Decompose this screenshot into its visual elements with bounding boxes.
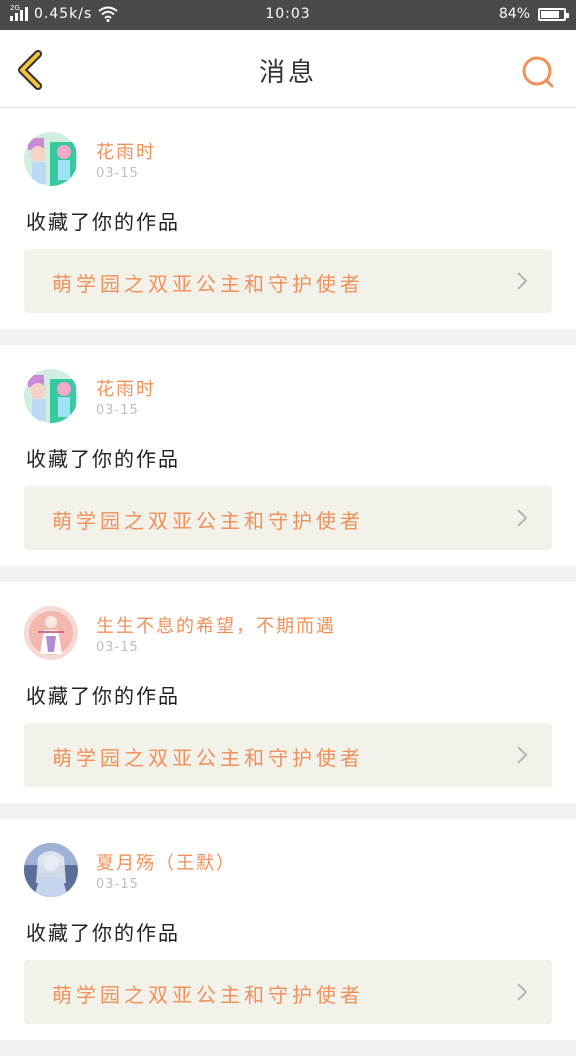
- avatar[interactable]: [24, 132, 78, 186]
- message-card: 生生不息的希望，不期而遇 03-15 收藏了你的作品 萌学园之双亚公主和守护使者: [0, 582, 576, 803]
- message-card: 花雨时 03-15 收藏了你的作品 萌学园之双亚公主和守护使者: [0, 108, 576, 329]
- chevron-left-icon: [18, 50, 42, 90]
- message-card: 夏月殇（王默） 03-15 收藏了你的作品 萌学园之双亚公主和守护使者: [0, 819, 576, 1040]
- battery-percent: 84%: [498, 6, 530, 22]
- nav-bar: 消息: [0, 30, 576, 108]
- avatar[interactable]: [24, 843, 78, 897]
- user-name[interactable]: 生生不息的希望，不期而遇: [96, 612, 336, 638]
- user-name[interactable]: 花雨时: [96, 138, 156, 164]
- avatar[interactable]: [24, 369, 78, 423]
- back-button[interactable]: [14, 50, 48, 90]
- work-title: 萌学园之双亚公主和守护使者: [52, 746, 364, 770]
- page-title: 消息: [258, 58, 317, 88]
- status-right: 84%: [498, 6, 569, 22]
- user-name[interactable]: 花雨时: [96, 375, 156, 401]
- message-date: 03-15: [96, 166, 139, 181]
- search-icon: [522, 56, 554, 88]
- message-action: 收藏了你的作品: [26, 210, 180, 234]
- work-title: 萌学园之双亚公主和守护使者: [52, 509, 364, 533]
- chevron-right-icon: [517, 983, 528, 1001]
- status-time: 10:03: [265, 6, 311, 22]
- chevron-right-icon: [517, 272, 528, 290]
- work-title: 萌学园之双亚公主和守护使者: [52, 272, 364, 296]
- message-card: 花雨时 03-15 收藏了你的作品 萌学园之双亚公主和守护使者: [0, 345, 576, 566]
- work-link[interactable]: 萌学园之双亚公主和守护使者: [24, 249, 552, 313]
- avatar[interactable]: [24, 606, 78, 660]
- message-action: 收藏了你的作品: [26, 921, 180, 945]
- status-bar: 2G 0.45k/s 10:03 84%: [0, 0, 576, 30]
- message-action: 收藏了你的作品: [26, 447, 180, 471]
- search-button[interactable]: [520, 54, 556, 90]
- message-date: 03-15: [96, 640, 139, 655]
- chevron-right-icon: [517, 509, 528, 527]
- battery-icon: [538, 7, 569, 21]
- chevron-right-icon: [517, 746, 528, 764]
- message-list: 花雨时 03-15 收藏了你的作品 萌学园之双亚公主和守护使者 花雨时 03-1…: [0, 108, 576, 1056]
- message-action: 收藏了你的作品: [26, 684, 180, 708]
- work-link[interactable]: 萌学园之双亚公主和守护使者: [24, 960, 552, 1024]
- work-title: 萌学园之双亚公主和守护使者: [52, 983, 364, 1007]
- message-date: 03-15: [96, 877, 139, 892]
- work-link[interactable]: 萌学园之双亚公主和守护使者: [24, 723, 552, 787]
- user-name[interactable]: 夏月殇（王默）: [96, 849, 236, 875]
- message-date: 03-15: [96, 403, 139, 418]
- work-link[interactable]: 萌学园之双亚公主和守护使者: [24, 486, 552, 550]
